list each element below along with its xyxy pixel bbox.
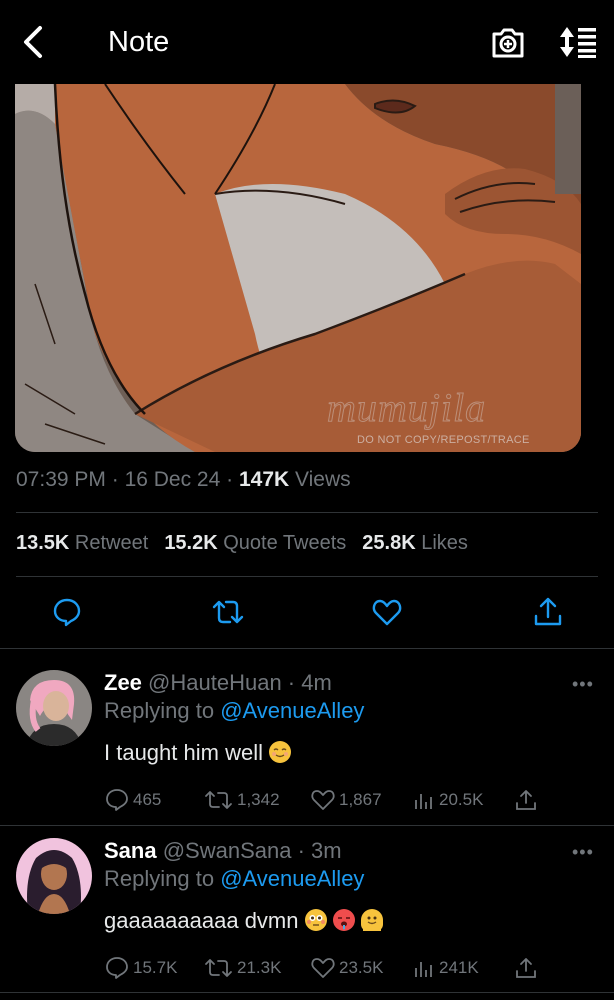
- reply-author-handle[interactable]: @HauteHuan: [148, 670, 282, 695]
- likes-count: 25.8K: [362, 532, 416, 554]
- reply-count: 15.7K: [133, 958, 178, 977]
- reply-count-button[interactable]: 465: [104, 788, 161, 812]
- replying-to-link[interactable]: @AvenueAlley: [220, 866, 364, 891]
- share-icon[interactable]: [514, 788, 538, 812]
- retweet-count-button[interactable]: 21.3K: [204, 956, 281, 980]
- retweet-icon: [205, 791, 232, 809]
- reply-icon: [106, 789, 128, 811]
- illustration-art: [15, 84, 581, 452]
- reply-time: · 4m: [281, 670, 332, 695]
- retweet-count: 1,342: [237, 790, 280, 809]
- more-options-icon[interactable]: •••: [572, 674, 594, 695]
- divider: [0, 992, 614, 993]
- watermark-logo: mumujila: [326, 385, 487, 431]
- retweets-count: 13.5K: [16, 532, 70, 554]
- camera-plus-icon[interactable]: [490, 24, 526, 60]
- views-chart-icon: [415, 962, 432, 977]
- like-count: 23.5K: [339, 958, 384, 977]
- like-heart-icon: [311, 790, 335, 810]
- views-count: 147K: [238, 468, 290, 491]
- tweet-date: 16 Dec 24: [124, 468, 221, 491]
- meta-separator: ·: [105, 468, 125, 491]
- divider: [16, 512, 598, 513]
- quotes-count: 15.2K: [164, 532, 218, 554]
- top-bar: Note: [0, 0, 614, 84]
- views-count-button[interactable]: 20.5K: [412, 788, 483, 812]
- chevron-left-icon[interactable]: [18, 22, 48, 62]
- reply-time: · 3m: [291, 838, 342, 863]
- tweet-time: 07:39 PM: [16, 468, 106, 491]
- like-count-button[interactable]: 1,867: [310, 788, 382, 812]
- hot-face-emoji-icon: [332, 909, 355, 931]
- avatar[interactable]: [16, 838, 92, 914]
- likes-label: Likes: [415, 532, 468, 554]
- divider: [0, 648, 614, 649]
- reply-author-name[interactable]: Sana: [104, 838, 157, 863]
- views-label: Views: [289, 468, 351, 491]
- reply-author-name[interactable]: Zee: [104, 670, 142, 695]
- page-title: Note: [108, 26, 170, 58]
- tweet-image[interactable]: mumujila DO NOT COPY/REPOST/TRACE: [15, 84, 581, 452]
- likes-stat[interactable]: 25.8K Likes: [362, 532, 468, 554]
- reply-text: I taught him well: [104, 740, 292, 766]
- retweets-label: Retweet: [69, 532, 149, 554]
- retweet-count: 21.3K: [237, 958, 282, 977]
- replying-to: Replying to @AvenueAlley: [104, 866, 364, 892]
- share-icon[interactable]: [514, 956, 538, 980]
- reply-author-handle[interactable]: @SwanSana: [163, 838, 292, 863]
- replying-to-link[interactable]: @AvenueAlley: [220, 698, 364, 723]
- like-count: 1,867: [339, 790, 382, 809]
- reply-header: Sana @SwanSana · 3m: [104, 838, 342, 864]
- watermark-text: DO NOT COPY/REPOST/TRACE: [357, 434, 530, 446]
- quotes-label: Quote Tweets: [217, 532, 347, 554]
- sort-list-icon[interactable]: [558, 24, 598, 60]
- retweet-count-button[interactable]: 1,342: [204, 788, 280, 812]
- quotes-stat[interactable]: 15.2K Quote Tweets: [164, 532, 346, 554]
- views-count-button[interactable]: 241K: [412, 956, 479, 980]
- views-chart-icon: [415, 794, 432, 809]
- reply-icon[interactable]: [51, 596, 83, 628]
- views-count: 20.5K: [439, 790, 484, 809]
- reply-text-content: I taught him well: [104, 740, 263, 765]
- divider: [16, 576, 598, 577]
- retweet-icon[interactable]: [212, 596, 244, 628]
- avatar[interactable]: [16, 670, 92, 746]
- like-heart-icon[interactable]: [371, 596, 403, 628]
- replying-to: Replying to @AvenueAlley: [104, 698, 364, 724]
- tweet-meta: 07:39 PM · 16 Dec 24 · 147K Views: [16, 468, 351, 492]
- replying-prefix: Replying to: [104, 698, 221, 723]
- reply-icon: [106, 957, 128, 979]
- like-heart-icon: [311, 958, 335, 978]
- reply-count-button[interactable]: 15.7K: [104, 956, 177, 980]
- tweet-stats: 13.5K Retweet 15.2K Quote Tweets 25.8K Lik…: [16, 532, 468, 555]
- views-count: 241K: [439, 958, 479, 977]
- like-count-button[interactable]: 23.5K: [310, 956, 383, 980]
- retweets-stat[interactable]: 13.5K Retweet: [16, 532, 148, 554]
- divider: [0, 825, 614, 826]
- more-options-icon[interactable]: •••: [572, 842, 594, 863]
- share-icon[interactable]: [532, 596, 564, 628]
- relieved-face-emoji-icon: [269, 741, 292, 763]
- reply-text-content: gaaaaaaaaaa dvmn: [104, 908, 299, 933]
- reply-header: Zee @HauteHuan · 4m: [104, 670, 332, 696]
- flushed-face-emoji-icon: [304, 909, 327, 931]
- retweet-icon: [205, 959, 232, 977]
- meta-separator: ·: [220, 468, 239, 491]
- melting-face-emoji-icon: [360, 909, 383, 931]
- reply-count: 465: [133, 790, 162, 809]
- reply-text: gaaaaaaaaaa dvmn: [104, 908, 383, 934]
- replying-prefix: Replying to: [104, 866, 221, 891]
